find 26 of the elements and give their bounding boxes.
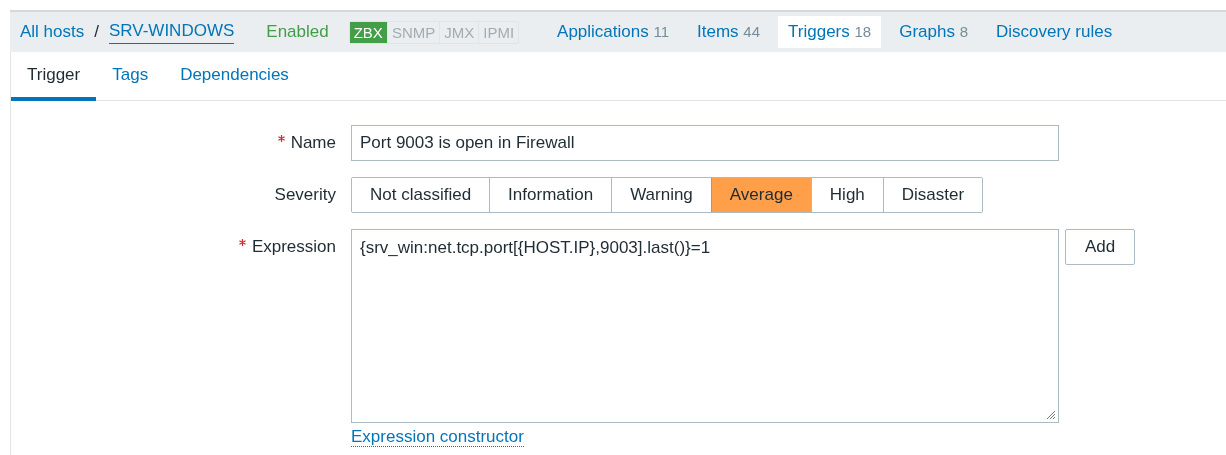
expression-field[interactable]: {srv_win:net.tcp.port[{HOST.IP},9003].last()}=1 — [351, 229, 1059, 423]
host-tab[interactable]: Graphs 8 — [889, 16, 978, 48]
availability-badge: IPMI — [478, 21, 519, 43]
field-label: Severity — [273, 184, 337, 206]
host-tab[interactable]: Discovery rules — [986, 16, 1123, 48]
host-link[interactable]: SRV-WINDOWS — [109, 20, 235, 44]
form-tab[interactable]: Trigger — [11, 52, 97, 101]
add-button[interactable]: Add — [1065, 229, 1136, 265]
breadcrumb-link[interactable]: All hosts — [20, 22, 85, 42]
severity-option[interactable]: Disaster — [882, 178, 983, 212]
field-label: Expression — [251, 237, 336, 256]
host-tab[interactable]: Items 44 — [687, 16, 771, 48]
status-label[interactable]: Enabled — [266, 22, 329, 42]
host-tab[interactable]: Applications 11 — [547, 16, 680, 48]
availability-badge: JMX — [439, 21, 479, 43]
expression-constructor-link[interactable]: Expression constructor — [351, 427, 524, 447]
form-tab[interactable]: Tags — [96, 52, 165, 101]
breadcrumb-separator: / — [94, 22, 99, 42]
host-tab[interactable]: Triggers 18 — [778, 16, 882, 48]
availability-badge: SNMP — [386, 21, 440, 43]
resize-grip-icon[interactable] — [1044, 408, 1056, 420]
field-label: Name — [290, 133, 336, 152]
availability-badge: ZBX — [349, 21, 387, 43]
form-tab[interactable]: Dependencies — [164, 52, 305, 101]
name-field[interactable]: Port 9003 is open in Firewall — [351, 125, 1059, 161]
severity-option[interactable]: Average — [710, 178, 811, 212]
